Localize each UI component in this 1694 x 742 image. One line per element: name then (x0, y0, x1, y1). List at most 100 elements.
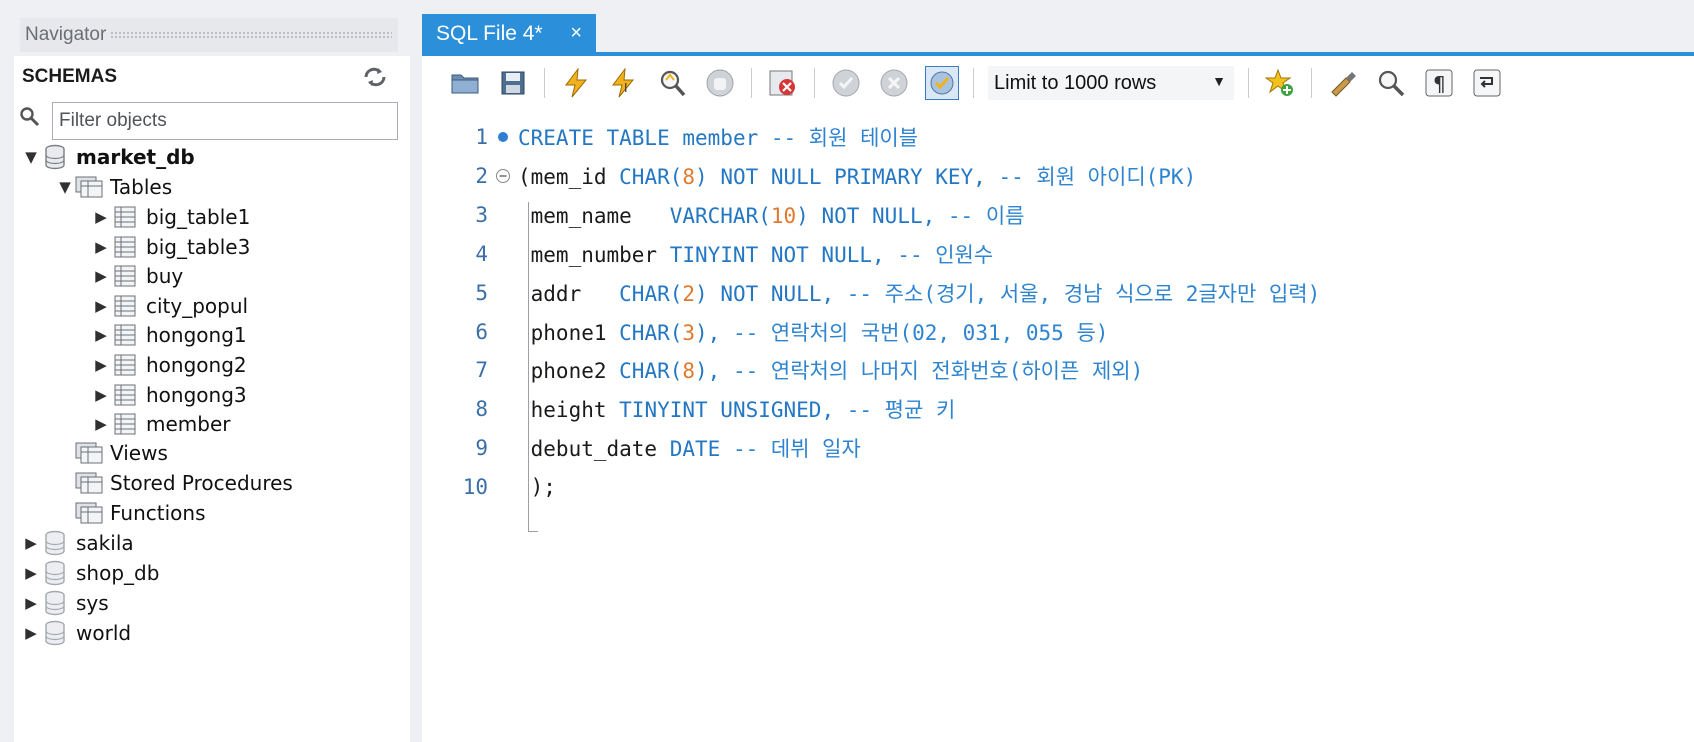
code-token: mem_name (518, 203, 670, 228)
chevron-right-icon[interactable]: ▶ (22, 618, 40, 648)
chevron-right-icon[interactable]: ▶ (22, 558, 40, 588)
table-icon (110, 350, 140, 380)
tree-schema-item[interactable]: ▶ shop_db (22, 558, 159, 588)
limit-rows-select[interactable]: Limit to 1000 rows ▼ (988, 66, 1234, 100)
tree-table-item[interactable]: ▶ city_popul (92, 291, 248, 321)
line-number: 1 (475, 125, 488, 149)
save-icon[interactable] (496, 66, 530, 100)
gutter (488, 155, 518, 197)
wrap-icon[interactable] (1470, 66, 1504, 100)
tree-label: world (76, 621, 132, 645)
toggle-error-icon[interactable] (766, 66, 800, 100)
open-folder-icon[interactable] (448, 66, 482, 100)
tree-table-item[interactable]: ▶ hongong1 (92, 320, 246, 350)
code-line[interactable]: 8 height TINYINT UNSIGNED, -- 평균 키 (422, 388, 1694, 430)
code-line[interactable]: 6 phone1 CHAR(3), -- 연락처의 국번(02, 031, 05… (422, 311, 1694, 353)
code-text: debut_date DATE -- 데뷔 일자 (518, 433, 861, 463)
gutter (488, 388, 518, 430)
chevron-down-icon[interactable]: ▼ (22, 142, 40, 172)
code-token: ), (695, 320, 721, 345)
commit-icon[interactable] (829, 66, 863, 100)
tree-schema-market-db[interactable]: ▼ market_db (22, 142, 195, 172)
stop-icon[interactable] (703, 66, 737, 100)
code-line[interactable]: 2 (mem_id CHAR(8) NOT NULL PRIMARY KEY, -… (422, 155, 1694, 197)
beautify-icon[interactable] (1326, 66, 1360, 100)
code-line[interactable]: 3 mem_name VARCHAR(10) NOT NULL, -- 이름 (422, 194, 1694, 236)
code-line[interactable]: 1 CREATE TABLE member -- 회원 테이블 (422, 116, 1694, 158)
gutter (488, 272, 518, 314)
chevron-right-icon[interactable]: ▶ (22, 528, 40, 558)
code-line[interactable]: 9 debut_date DATE -- 데뷔 일자 (422, 427, 1694, 469)
toolbar-separator (751, 68, 752, 98)
navigator-drag-handle[interactable] (110, 30, 392, 40)
gutter (488, 466, 518, 508)
code-line[interactable]: 7 phone2 CHAR(8), -- 연락처의 나머지 전화번호(하이픈 제… (422, 349, 1694, 391)
chevron-down-icon[interactable]: ▼ (1212, 73, 1226, 89)
tree-label: buy (146, 264, 184, 289)
autocommit-icon[interactable] (925, 66, 959, 100)
tree-folder-views[interactable]: Views (74, 438, 168, 468)
code-line[interactable]: 4 mem_number TINYINT NOT NULL, -- 인원수 (422, 233, 1694, 275)
table-icon (110, 409, 140, 439)
line-number: 8 (475, 397, 488, 422)
tree-folder-tables[interactable]: ▼ Tables (56, 172, 172, 202)
code-text: ); (518, 475, 556, 499)
code-token: -- 평균 키 (834, 398, 956, 423)
tree-folder-functions[interactable]: Functions (74, 498, 206, 528)
tree-schema-item[interactable]: ▶ sys (22, 588, 109, 618)
chevron-right-icon[interactable]: ▶ (22, 588, 40, 618)
code-token: TINYINT UNSIGNED, (619, 398, 835, 423)
execute-icon[interactable] (559, 66, 593, 100)
folder-procedures-icon (74, 468, 104, 498)
code-editor[interactable]: 1 CREATE TABLE member -- 회원 테이블 2 (mem_id C… (422, 110, 1694, 742)
chevron-right-icon[interactable]: ▶ (92, 232, 110, 262)
chevron-right-icon[interactable]: ▶ (92, 380, 110, 410)
chevron-right-icon[interactable]: ▶ (92, 261, 110, 291)
close-icon[interactable]: × (570, 22, 582, 45)
filter-objects-input[interactable] (52, 102, 398, 140)
tree-table-item[interactable]: ▶ big_table1 (92, 202, 250, 232)
tree-schema-item[interactable]: ▶ world (22, 618, 131, 648)
chevron-right-icon[interactable]: ▶ (92, 291, 110, 321)
tree-table-item[interactable]: ▶ big_table3 (92, 232, 250, 262)
tab-sql-file-4[interactable]: SQL File 4* × (422, 14, 596, 54)
tree-table-item[interactable]: ▶ buy (92, 261, 183, 291)
fold-minus-icon[interactable] (495, 168, 511, 184)
code-token: 2 (682, 281, 696, 306)
code-text: phone2 CHAR(8), -- 연락처의 나머지 전화번호(하이픈 제외) (518, 355, 1144, 385)
line-number: 7 (475, 358, 488, 383)
tree-folder-stored-procedures[interactable]: Stored Procedures (74, 468, 293, 498)
line-number: 5 (475, 280, 488, 305)
schemas-panel: SCHEMAS ▼ market_db ▼ (14, 56, 410, 742)
invisible-chars-icon[interactable]: ¶ (1422, 66, 1456, 100)
chevron-right-icon[interactable]: ▶ (92, 409, 110, 439)
tree-table-item[interactable]: ▶ hongong2 (92, 350, 247, 380)
find-icon[interactable] (1374, 66, 1408, 100)
code-text: addr CHAR(2) NOT NULL, -- 주소(경기, 서울, 경남 … (518, 278, 1321, 308)
gutter (488, 311, 518, 353)
code-line[interactable]: 10 ); (422, 466, 1694, 508)
chevron-right-icon[interactable]: ▶ (92, 350, 110, 380)
tree-table-item[interactable]: ▶ member (92, 409, 230, 439)
code-line[interactable]: 5 addr CHAR(2) NOT NULL, -- 주소(경기, 서울, 경… (422, 272, 1694, 314)
tree-label: Functions (110, 501, 206, 525)
table-icon (110, 202, 140, 232)
chevron-right-icon[interactable]: ▶ (92, 202, 110, 232)
table-icon (110, 232, 140, 262)
gutter (488, 116, 518, 158)
refresh-icon[interactable] (360, 64, 390, 90)
execute-current-icon[interactable]: I (607, 66, 641, 100)
code-token: VARCHAR( (669, 203, 771, 228)
explain-icon[interactable] (655, 66, 689, 100)
tree-table-item[interactable]: ▶ hongong3 (92, 380, 246, 410)
chevron-down-icon[interactable]: ▼ (56, 172, 74, 202)
code-token: 8 (682, 164, 696, 189)
bookmark-icon[interactable] (1263, 66, 1297, 100)
table-icon (110, 261, 140, 291)
chevron-right-icon[interactable]: ▶ (92, 320, 110, 350)
rollback-icon[interactable] (877, 66, 911, 100)
tree-schema-item[interactable]: ▶ sakila (22, 528, 134, 558)
tree-label: hongong2 (146, 353, 247, 377)
code-token: phone2 (518, 359, 620, 384)
code-token: CHAR( (619, 359, 683, 384)
